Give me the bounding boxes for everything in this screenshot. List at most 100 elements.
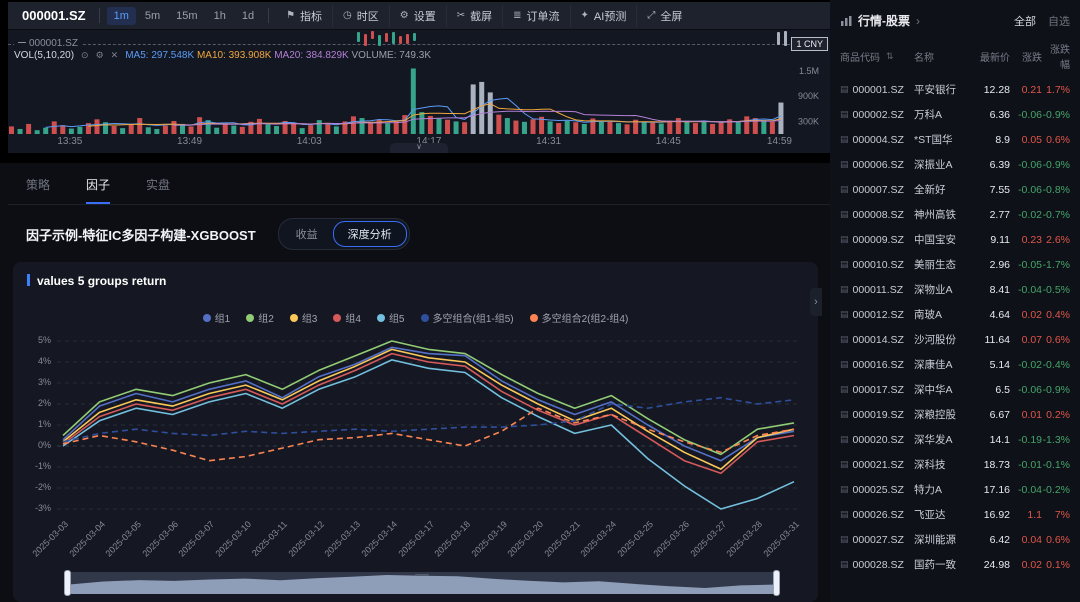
table-row[interactable]: ▤000026.SZ飞亚达16.921.17% [830, 502, 1080, 527]
legend-dot [421, 314, 429, 322]
chart-icon: ▤ [840, 134, 849, 145]
table-row[interactable]: ▤000006.SZ深振业A6.39-0.06-0.9% [830, 152, 1080, 177]
table-row[interactable]: ▤000010.SZ美丽生态2.96-0.05-1.7% [830, 252, 1080, 277]
stock-price: 2.77 [970, 209, 1010, 221]
tool-orderflow[interactable]: ≣订单流 [502, 5, 569, 27]
interval-15m[interactable]: 15m [169, 7, 204, 25]
interval-1m[interactable]: 1m [107, 7, 136, 25]
time-tick: 14:03 [291, 136, 327, 147]
stock-name: 深科技 [914, 457, 970, 472]
y-tick-label: 0% [17, 440, 51, 450]
tool-screenshot[interactable]: ✂截屏 [446, 5, 502, 27]
time-tick: 14:45 [650, 136, 686, 147]
stock-change-pct: 7% [1042, 509, 1070, 521]
toggle-returns[interactable]: 收益 [281, 221, 333, 247]
column-header[interactable]: 涨跌幅 [1042, 41, 1070, 71]
legend-组2[interactable]: 组2 [246, 310, 274, 325]
series-marker [18, 42, 26, 43]
stock-code: 000012.SZ [853, 309, 904, 321]
symbol-cell: ▤000021.SZ [840, 459, 914, 471]
camera-icon: ✂ [457, 10, 465, 21]
legend-多空组合2(组2-组4)[interactable]: 多空组合2(组2-组4) [530, 310, 629, 325]
chevron-right-icon[interactable]: › [916, 14, 920, 28]
market-bars-icon [840, 15, 852, 27]
legend-组5[interactable]: 组5 [377, 310, 405, 325]
stock-change-pct: -0.1% [1042, 459, 1070, 471]
brush-left-handle[interactable] [64, 570, 71, 596]
tool-label: 设置 [414, 8, 436, 24]
tab-factor[interactable]: 因子 [86, 176, 110, 204]
table-row[interactable]: ▤000020.SZ深华发A14.1-0.19-1.3% [830, 427, 1080, 452]
interval-1h[interactable]: 1h [207, 7, 233, 25]
stock-change-pct: -0.9% [1042, 109, 1070, 121]
table-row[interactable]: ▤000016.SZ深康佳A5.14-0.02-0.4% [830, 352, 1080, 377]
stock-name: *ST国华 [914, 132, 970, 147]
mini-candle [385, 33, 388, 42]
legend-组3[interactable]: 组3 [290, 310, 318, 325]
chart-toolbar: 000001.SZ 1m5m15m1h1d ⚑指标◷时区⚙设置✂截屏≣订单流✦A… [8, 2, 830, 30]
tool-ai-predict[interactable]: ✦AI预测 [570, 5, 637, 27]
tool-timezone[interactable]: ◷时区 [332, 5, 389, 27]
stock-change: -0.06 [1010, 159, 1042, 171]
table-row[interactable]: ▤000014.SZ沙河股份11.640.070.6% [830, 327, 1080, 352]
toggle-deep-analysis[interactable]: 深度分析 [333, 221, 407, 247]
legend-多空组合(组1-组5)[interactable]: 多空组合(组1-组5) [421, 310, 514, 325]
stock-code: 000021.SZ [853, 459, 904, 471]
eye-icon[interactable]: ⊙ [81, 50, 89, 61]
tool-indicators[interactable]: ⚑指标 [276, 5, 332, 27]
tool-label: 时区 [357, 8, 379, 24]
column-header[interactable]: 商品代码⇅ [840, 49, 914, 64]
table-row[interactable]: ▤000012.SZ南玻A4.640.020.4% [830, 302, 1080, 327]
tab-live[interactable]: 实盘 [146, 176, 170, 204]
legend-label: 组5 [389, 310, 405, 325]
stock-name: 全新好 [914, 182, 970, 197]
panel-expander[interactable]: › [810, 288, 822, 316]
chart-brush[interactable] [68, 572, 776, 594]
price-volume-chart[interactable]: 000001.SZ 1 CNY VOL(5,10,20) ⊙ ⚙ ✕ MA5: … [8, 30, 830, 153]
stock-code: 000006.SZ [853, 159, 904, 171]
line-chart[interactable]: 5%4%3%2%1%0%-1%-2%-3% 2025-03-032025-03-… [57, 337, 800, 515]
table-row[interactable]: ▤000004.SZ*ST国华8.90.050.6% [830, 127, 1080, 152]
column-header[interactable]: 最新价 [970, 49, 1010, 64]
tool-settings[interactable]: ⚙设置 [389, 5, 446, 27]
interval-1d[interactable]: 1d [235, 7, 261, 25]
filter-自选[interactable]: 自选 [1048, 13, 1070, 29]
ma-label-group: MA5: 297.548K MA10: 393.908K MA20: 384.8… [125, 50, 431, 61]
table-row[interactable]: ▤000028.SZ国药一致24.980.020.1% [830, 552, 1080, 577]
column-header[interactable]: 涨跌 [1010, 49, 1042, 64]
mini-candle [364, 34, 367, 46]
table-row[interactable]: ▤000027.SZ深圳能源6.420.040.6% [830, 527, 1080, 552]
table-row[interactable]: ▤000025.SZ特力A17.16-0.04-0.2% [830, 477, 1080, 502]
table-row[interactable]: ▤000019.SZ深粮控股6.670.010.2% [830, 402, 1080, 427]
column-header[interactable]: 名称 [914, 49, 970, 64]
gear-icon[interactable]: ⚙ [96, 50, 104, 61]
interval-5m[interactable]: 5m [138, 7, 167, 25]
stock-change: 0.01 [1010, 409, 1042, 421]
stock-code: 000001.SZ [853, 84, 904, 96]
table-row[interactable]: ▤000001.SZ平安银行12.280.211.7% [830, 77, 1080, 102]
table-row[interactable]: ▤000008.SZ神州高铁2.77-0.02-0.7% [830, 202, 1080, 227]
brush-right-handle[interactable] [773, 570, 780, 596]
stock-name: 美丽生态 [914, 257, 970, 272]
collapse-chart-button[interactable]: ∨ [390, 143, 448, 153]
table-row[interactable]: ▤000011.SZ深物业A8.41-0.04-0.5% [830, 277, 1080, 302]
table-row[interactable]: ▤000021.SZ深科技18.73-0.01-0.1% [830, 452, 1080, 477]
filter-全部[interactable]: 全部 [1014, 13, 1036, 29]
table-row[interactable]: ▤000009.SZ中国宝安9.110.232.6% [830, 227, 1080, 252]
legend-组4[interactable]: 组4 [333, 310, 361, 325]
close-icon[interactable]: ✕ [111, 50, 119, 61]
table-row[interactable]: ▤000017.SZ深中华A6.5-0.06-0.9% [830, 377, 1080, 402]
y-tick-label: 1% [17, 419, 51, 429]
stock-name: 飞亚达 [914, 507, 970, 522]
divider [99, 8, 100, 23]
table-row[interactable]: ▤000007.SZ全新好7.55-0.06-0.8% [830, 177, 1080, 202]
chart-icon: ▤ [840, 184, 849, 195]
tool-fullscreen[interactable]: ⤢全屏 [636, 5, 692, 27]
symbol-cell: ▤000002.SZ [840, 109, 914, 121]
stock-name: 深华发A [914, 432, 970, 447]
table-row[interactable]: ▤000002.SZ万科A6.36-0.06-0.9% [830, 102, 1080, 127]
stock-change-pct: 0.4% [1042, 309, 1070, 321]
legend-组1[interactable]: 组1 [203, 310, 231, 325]
sort-icon[interactable]: ⇅ [886, 51, 894, 62]
tab-strategy[interactable]: 策略 [26, 176, 50, 204]
